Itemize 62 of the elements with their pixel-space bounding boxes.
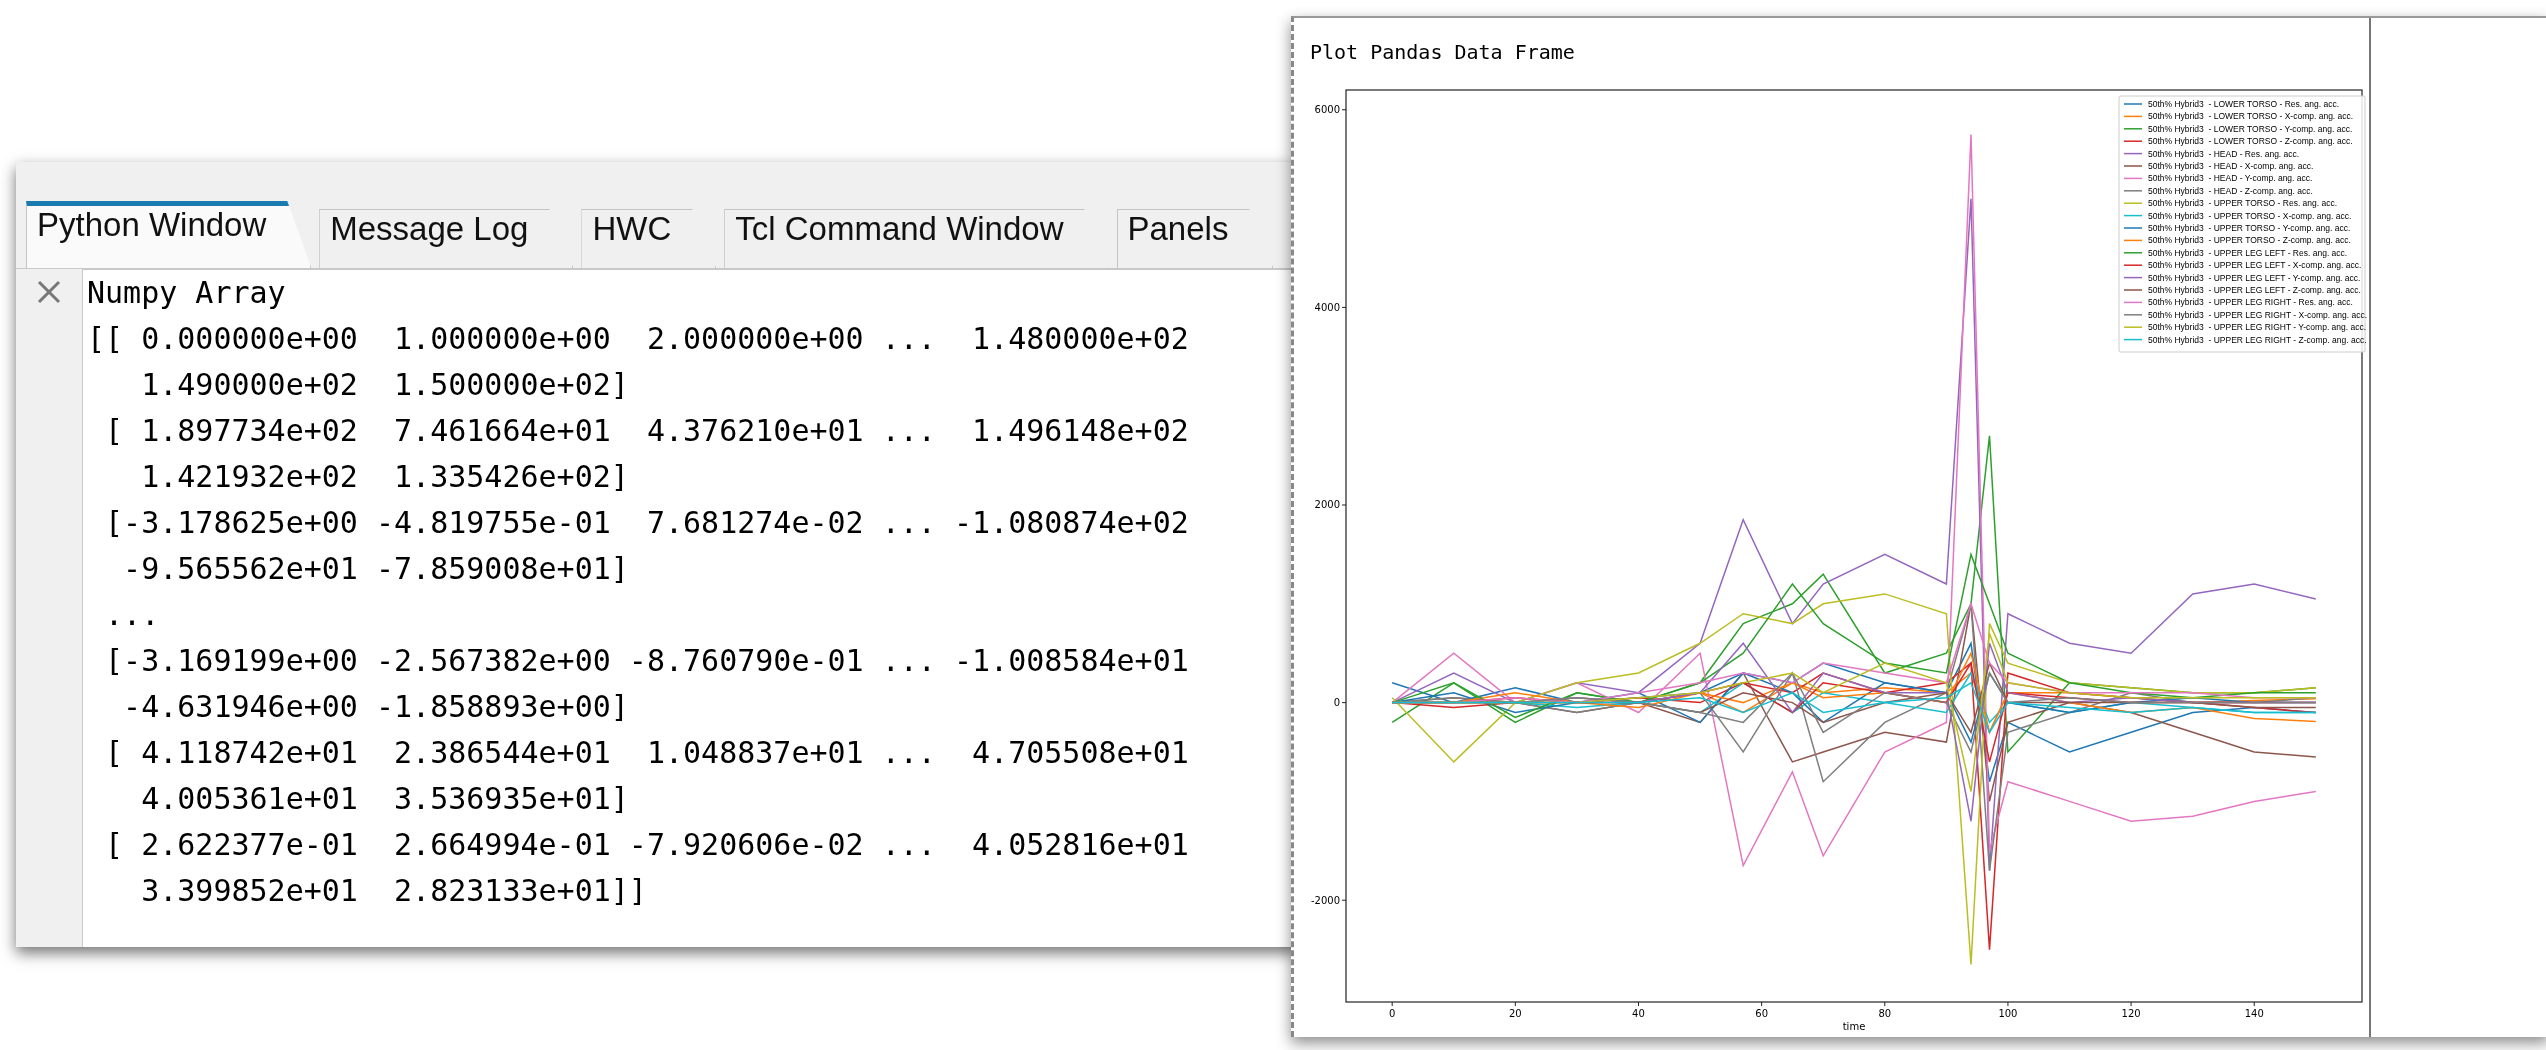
legend-item: 50th% Hybrid3 - HEAD - X-comp. ang. acc. [2123,161,2314,171]
y-tick-label: 4000 [1314,301,1340,313]
x-tick: 0 [1389,1001,1396,1019]
output-line: Numpy Array [87,274,286,312]
output-line: [-3.169199e+00 -2.567382e+00 -8.760790e-01 ... -1.008584e+01 [104,642,1189,680]
legend-item: 50th% Hybrid3 - LOWER TORSO - Res. ang. acc. [2123,99,2339,109]
output-line: 3.399852e+01 2.823133e+01]] [140,872,647,910]
legend-item: 50th% Hybrid3 - UPPER LEG LEFT - Y-comp. ang. acc. [2123,272,2361,283]
x-tick-label: 20 [1508,1008,1522,1019]
legend-item: 50th% Hybrid3 - LOWER TORSO - Y-comp. ang. acc. [2123,123,2353,134]
x-tick: 80 [1878,1001,1892,1019]
x-tick-label: 120 [2121,1008,2141,1019]
legend-item: 50th% Hybrid3 - UPPER LEG RIGHT - Z-comp. ang. acc. [2123,334,2367,345]
legend-item: 50th% Hybrid3 - UPPER TORSO - Y-comp. ang. acc. [2123,223,2351,233]
legend-item: 50th% Hybrid3 - UPPER TORSO - Z-comp. ang. acc. [2123,235,2351,246]
y-tick: -2000 [1310,894,1347,906]
x-tick: 100 [1998,1001,2018,1019]
y-tick-label: -2000 [1310,894,1340,906]
x-tick-label: 0 [1388,1008,1396,1019]
legend-item: 50th% Hybrid3 - UPPER LEG RIGHT - Res. ang. acc. [2123,297,2353,308]
output-line: ... [104,596,160,634]
x-tick-label: 80 [1878,1008,1892,1019]
legend-item: 50th% Hybrid3 - HEAD - Y-comp. ang. acc. [2123,173,2313,184]
legend-item: 50th% Hybrid3 - HEAD - Z-comp. ang. acc. [2123,185,2313,196]
x-tick: 40 [1632,1001,1645,1019]
output-line: [-3.178625e+00 -4.819755e-01 7.681274e-02 ... -1.080874e+02 [104,504,1189,542]
output-line: 1.490000e+02 1.500000e+02] [140,366,629,404]
window-title: Plot Pandas Data Frame [1310,40,1575,64]
y-tick-label: 0 [1333,697,1340,709]
legend-item: 50th% Hybrid3 - UPPER LEG LEFT - Res. ang. acc. [2123,247,2348,258]
output-line: -9.565562e+01 -7.859008e+01] [122,550,629,588]
x-tick-label: 60 [1755,1008,1768,1019]
output-line: 1.421932e+02 1.335426e+02] [140,458,629,496]
legend-item: 50th% Hybrid3 - UPPER LEG LEFT - Z-comp. ang. acc. [2123,285,2361,295]
y-tick: 0 [1333,697,1347,709]
legend-item: 50th% Hybrid3 - LOWER TORSO - Z-comp. ang. acc. [2123,136,2353,147]
legend-item: 50th% Hybrid3 - UPPER TORSO - Res. ang. acc. [2123,198,2338,209]
x-tick: 20 [1508,1001,1522,1019]
x-tick-label: 100 [1998,1008,2018,1019]
legend-item: 50th% Hybrid3 - UPPER LEG RIGHT - Y-comp. ang. acc. [2123,322,2367,333]
y-tick: 6000 [1314,104,1347,116]
legend-item: 50th% Hybrid3 - UPPER LEG RIGHT - X-comp. ang. acc. [2123,309,2368,320]
x-tick: 120 [2121,1001,2141,1019]
legend-item: 50th% Hybrid3 - HEAD - Res. ang. acc. [2123,148,2300,159]
legend-item: 50th% Hybrid3 - LOWER TORSO - X-comp. ang. acc. [2123,111,2354,122]
legend-item: 50th% Hybrid3 - UPPER LEG LEFT - X-comp. ang. acc. [2123,260,2362,271]
y-tick: 2000 [1314,499,1347,511]
x-tick: 140 [2244,1001,2264,1019]
y-tick-label: 6000 [1314,104,1340,116]
x-axis-label: time [1842,1021,1866,1032]
output-line: [ 2.622377e-01 2.664994e-01 -7.920606e-02 ... 4.052816e+01 [104,826,1189,864]
x-tick: 60 [1755,1001,1768,1019]
x-tick-label: 40 [1632,1008,1645,1019]
legend-item: 50th% Hybrid3 - UPPER TORSO - X-comp. ang. acc. [2123,210,2352,221]
y-tick-label: 2000 [1314,499,1340,511]
x-tick-label: 140 [2244,1008,2264,1019]
output-line: -4.631946e+00 -1.858893e+00] [122,688,629,726]
output-line: [ 4.118742e+01 2.386544e+01 1.048837e+01 ... 4.705508e+01 [104,734,1189,772]
y-tick: 4000 [1314,301,1347,313]
output-line: [[ 0.000000e+00 1.000000e+00 2.000000e+00 ... 1.480000e+02 [87,320,1189,358]
output-line: 4.005361e+01 3.536935e+01] [140,780,629,818]
output-line: [ 1.897734e+02 7.461664e+01 4.376210e+01 ... 1.496148e+02 [104,412,1189,450]
